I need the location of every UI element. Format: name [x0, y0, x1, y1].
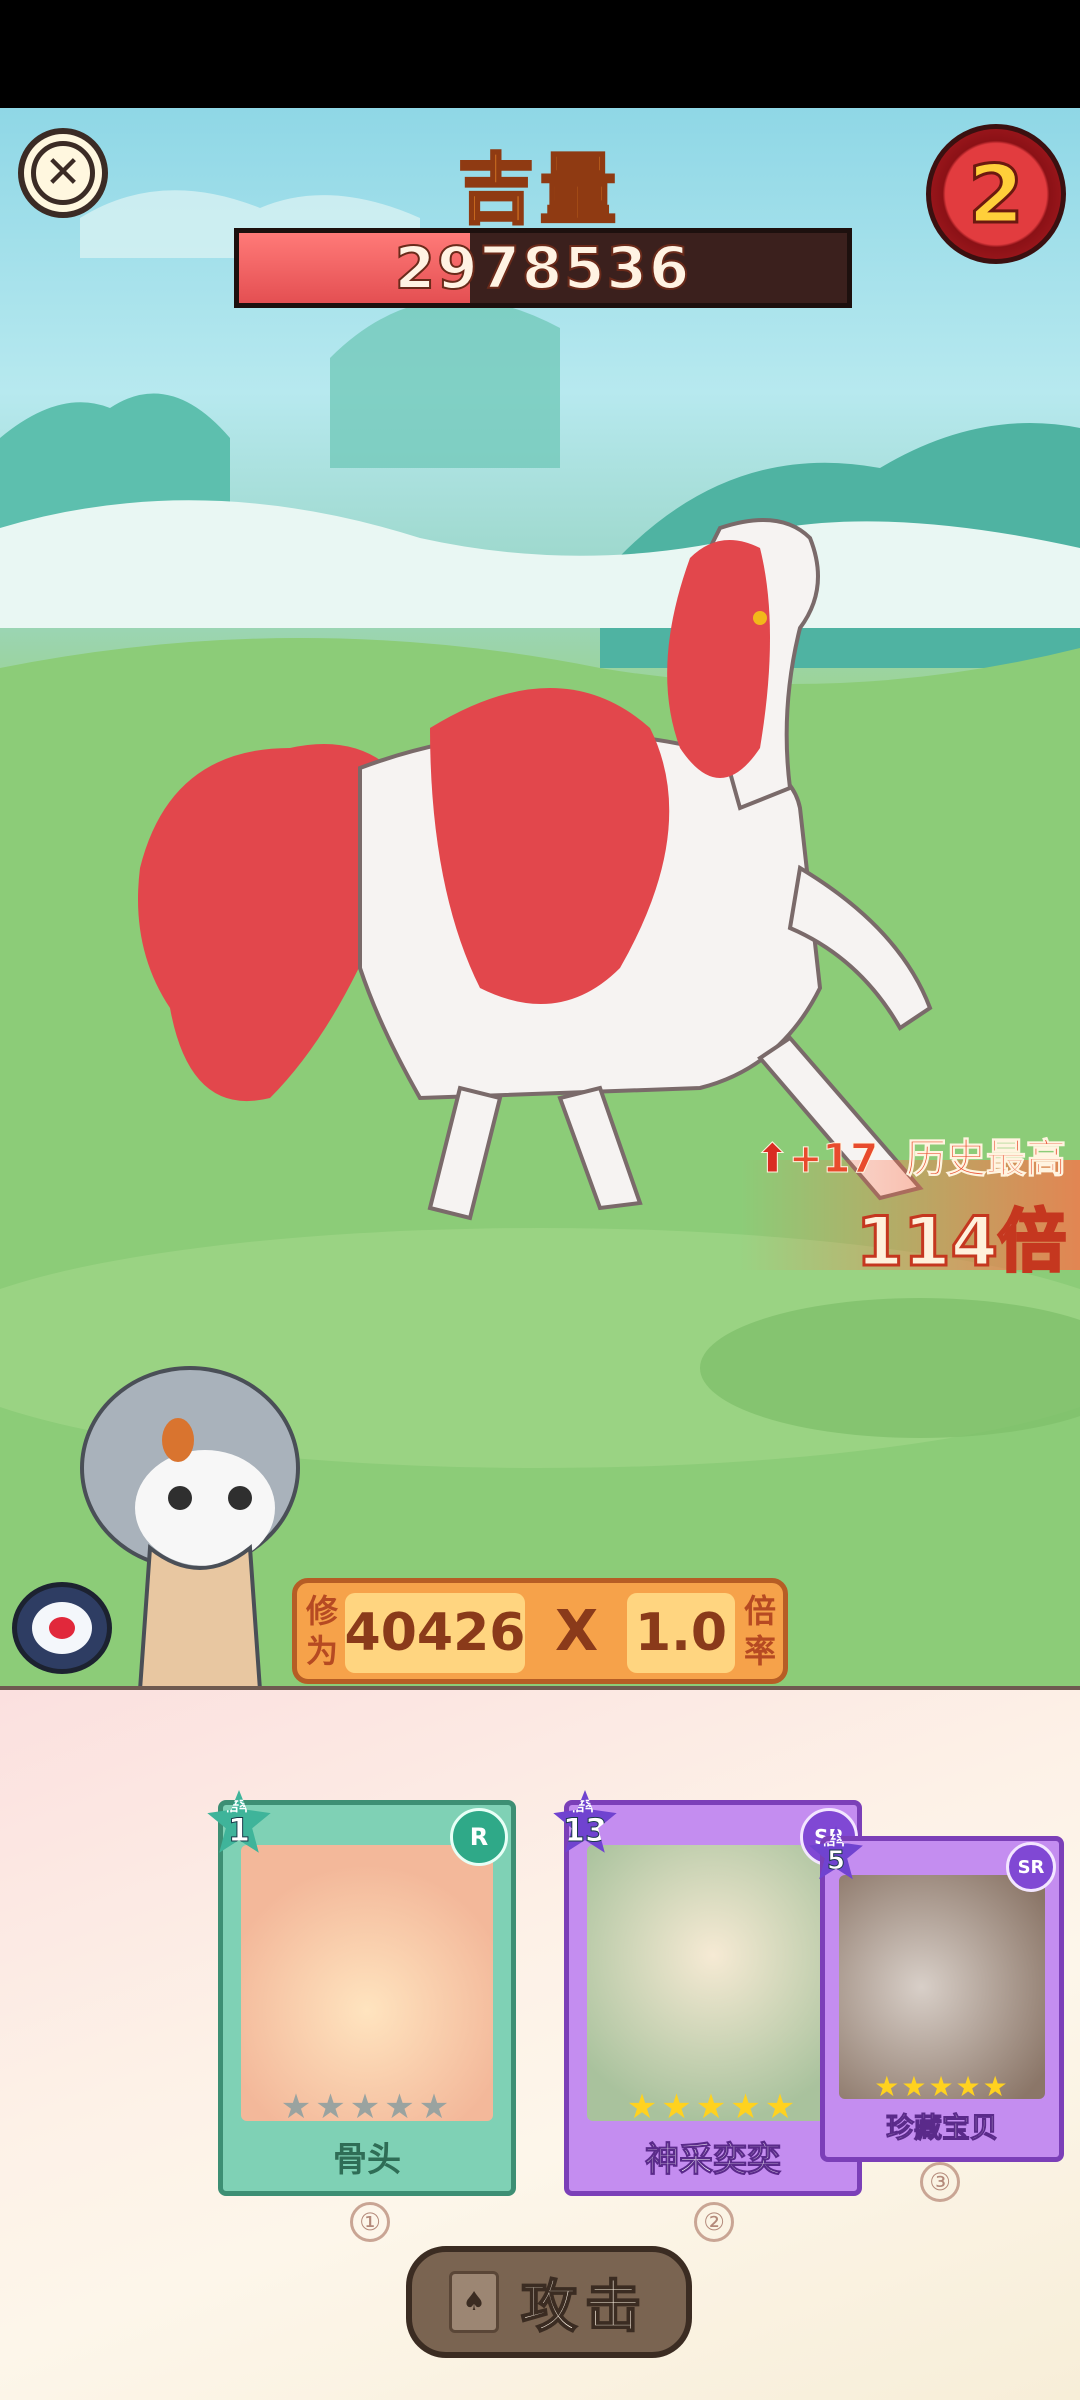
record-value: 114倍 [855, 1202, 1068, 1284]
status-bar [0, 0, 1080, 108]
card-stars: ★★★★★ [874, 2070, 1010, 2103]
slot-number-1: ① [350, 2202, 390, 2242]
card-name: 神采奕奕 [645, 2139, 782, 2180]
card-art [587, 1845, 839, 2121]
card-name: 珍藏宝贝 [885, 2111, 998, 2145]
scene-background [0, 190, 1080, 1690]
slot-number-2: ② [694, 2202, 734, 2242]
record-label: 历史最高 [906, 1136, 1067, 1183]
damage-calc-panel: 修为 40426 X 1.0 倍率 [292, 1578, 788, 1684]
round-counter-value: 2 [967, 146, 1026, 242]
rarity-badge: SR [1006, 1842, 1056, 1892]
multiply-operator: X [555, 1599, 599, 1664]
multiplier-label: 倍率 [743, 1592, 776, 1670]
rarity-badge: R [450, 1808, 508, 1866]
round-counter: 2 [926, 124, 1066, 264]
slot-number-3: ③ [920, 2162, 960, 2202]
card-stars: ★★★★★ [280, 2087, 454, 2127]
card-icon: ♠ [449, 2271, 499, 2333]
cultivation-label: 修为 [305, 1592, 338, 1670]
card-stars: ★★★★★ [626, 2087, 800, 2127]
boss-hp-value: 2978536 [394, 233, 692, 303]
attack-button-label: 攻击 [520, 2274, 649, 2341]
boss-hp-bar: 2978536 [234, 228, 852, 308]
card-art [241, 1845, 493, 2121]
card-name: 骨头 [333, 2139, 401, 2180]
battle-scene [0, 108, 1080, 1690]
target-button[interactable] [12, 1582, 112, 1674]
multiplier-value: 1.0 [627, 1593, 735, 1673]
boss-name: 吉量 [457, 144, 622, 236]
record-panel: ⬆+17 历史最高 114倍 [755, 1126, 1068, 1285]
record-delta: +17 [788, 1136, 879, 1183]
up-arrow-icon: ⬆ [755, 1136, 790, 1183]
target-icon [32, 1602, 92, 1654]
cultivation-value: 40426 [345, 1593, 525, 1673]
card-art [839, 1875, 1045, 2099]
attack-button[interactable]: ♠ 攻击 [406, 2246, 692, 2358]
